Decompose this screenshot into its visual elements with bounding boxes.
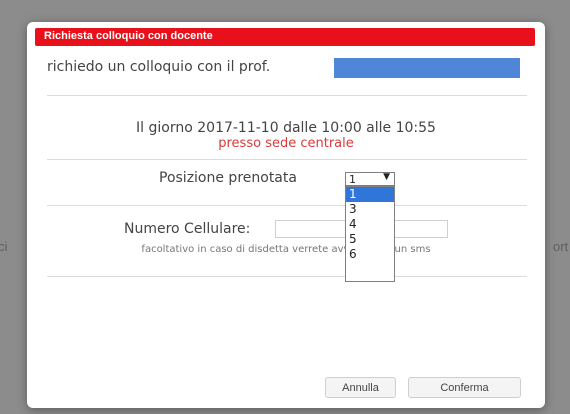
position-select-value: 1 <box>349 173 356 186</box>
divider <box>47 276 527 277</box>
position-dropdown[interactable]: 1 3 4 5 6 <box>345 186 395 282</box>
dialog-title: Richiesta colloquio con docente <box>44 30 213 42</box>
dropdown-option[interactable]: 5 <box>346 232 394 247</box>
dropdown-option[interactable]: 3 <box>346 202 394 217</box>
cell-note: facoltativo in caso di disdetta verrete … <box>141 244 431 255</box>
chevron-down-icon: ▼ <box>383 172 390 182</box>
backdrop-right-edge-text: ort <box>553 239 569 254</box>
appointment-location: presso sede centrale <box>218 136 354 151</box>
divider <box>47 95 527 96</box>
cancel-button[interactable]: Annulla <box>325 377 396 398</box>
dropdown-option[interactable]: 4 <box>346 217 394 232</box>
dialog-header: Richiesta colloquio con docente <box>35 28 535 46</box>
divider <box>47 159 527 160</box>
position-label: Posizione prenotata <box>159 170 297 186</box>
dropdown-option[interactable]: 6 <box>346 247 394 262</box>
position-select[interactable]: 1 ▼ <box>345 172 395 186</box>
cell-label: Numero Cellulare: <box>124 221 251 237</box>
booking-dialog: Richiesta colloquio con docente richiedo… <box>27 22 545 408</box>
teacher-prompt: richiedo un colloquio con il prof. <box>47 59 271 75</box>
teacher-name-field <box>334 58 520 78</box>
confirm-button[interactable]: Conferma <box>408 377 521 398</box>
appointment-date: Il giorno 2017-11-10 dalle 10:00 alle 10… <box>136 120 436 136</box>
divider <box>47 205 527 206</box>
backdrop-left-edge-text: ci <box>0 239 8 254</box>
dropdown-option[interactable]: 1 <box>346 187 394 202</box>
